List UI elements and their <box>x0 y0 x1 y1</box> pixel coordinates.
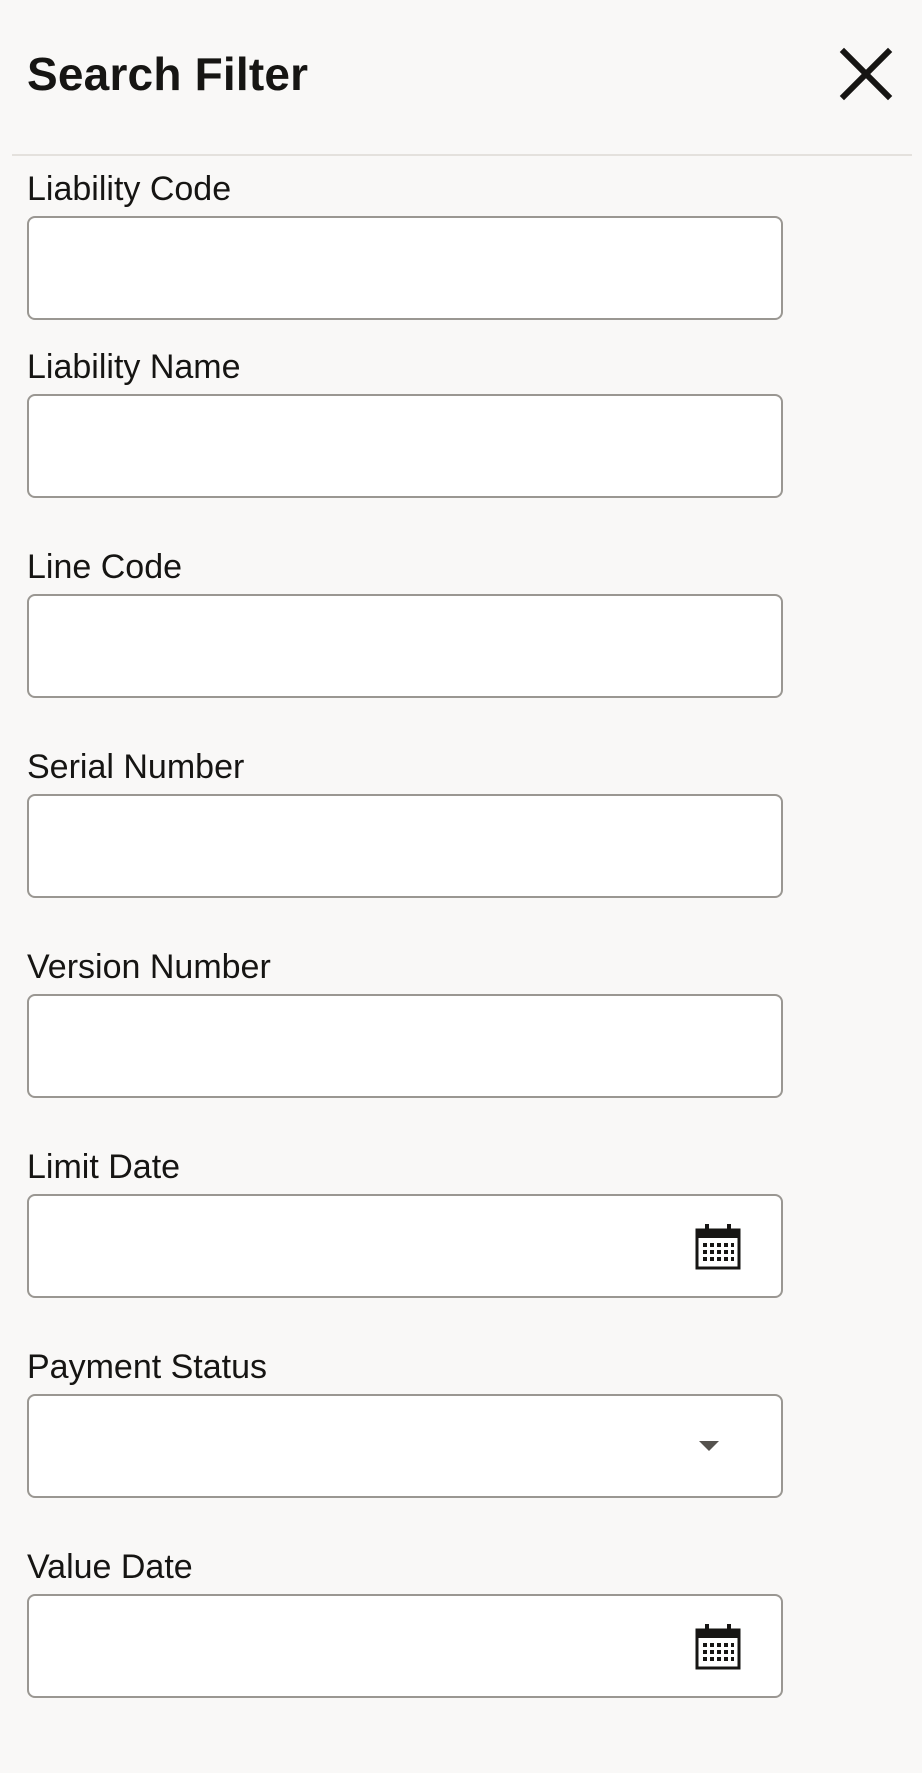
panel-header: Search Filter <box>12 0 912 156</box>
close-button[interactable] <box>832 40 900 108</box>
payment-status-label: Payment Status <box>27 1348 268 1386</box>
payment-status-value[interactable] <box>29 1396 781 1496</box>
limit-date-box <box>27 1194 783 1298</box>
liability-code-box <box>27 216 783 320</box>
serial-number-label: Serial Number <box>27 748 245 786</box>
liability-name-input[interactable] <box>29 396 781 496</box>
liability-code-label: Liability Code <box>27 170 232 208</box>
search-filter-panel: Search Filter Liability Code Liability N… <box>0 0 922 1773</box>
limit-date-label: Limit Date <box>27 1148 181 1186</box>
value-date-label: Value Date <box>27 1548 193 1586</box>
panel-title: Search Filter <box>27 48 309 100</box>
limit-date-calendar-button[interactable] <box>693 1222 743 1272</box>
line-code-label: Line Code <box>27 548 183 586</box>
payment-status-dropdown-button[interactable] <box>697 1436 721 1456</box>
liability-code-input[interactable] <box>29 218 781 318</box>
version-number-box <box>27 994 783 1098</box>
close-icon <box>839 47 893 101</box>
calendar-icon <box>695 1224 741 1270</box>
line-code-box <box>27 594 783 698</box>
payment-status-select[interactable] <box>27 1394 783 1498</box>
value-date-input[interactable] <box>29 1596 781 1696</box>
value-date-calendar-button[interactable] <box>693 1622 743 1672</box>
serial-number-input[interactable] <box>29 796 781 896</box>
limit-date-input[interactable] <box>29 1196 781 1296</box>
value-date-box <box>27 1594 783 1698</box>
version-number-label: Version Number <box>27 948 271 986</box>
serial-number-box <box>27 794 783 898</box>
version-number-input[interactable] <box>29 996 781 1096</box>
line-code-input[interactable] <box>29 596 781 696</box>
chevron-down-icon <box>699 1441 719 1451</box>
calendar-icon <box>695 1624 741 1670</box>
liability-name-box <box>27 394 783 498</box>
liability-name-label: Liability Name <box>27 348 241 386</box>
